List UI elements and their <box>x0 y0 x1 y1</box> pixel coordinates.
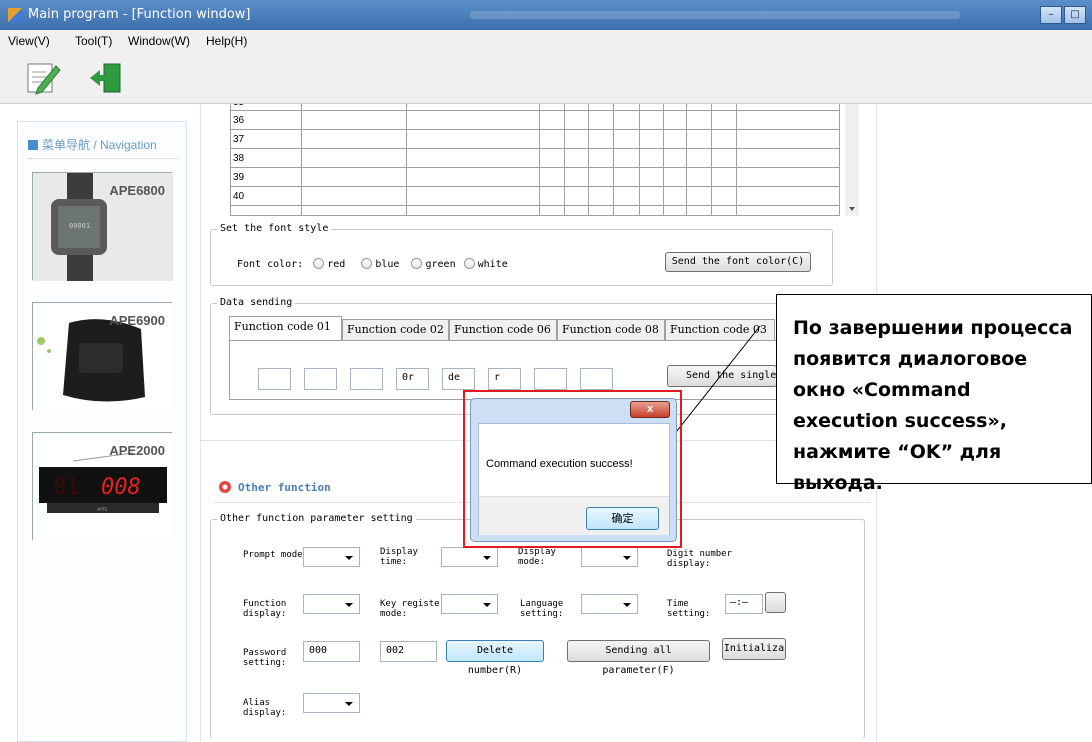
instruction-callout: По завершении процесса появится диалогов… <box>776 294 1092 494</box>
callout-text: По завершении процесса появится диалогов… <box>793 317 1073 494</box>
highlight-box <box>463 390 682 548</box>
